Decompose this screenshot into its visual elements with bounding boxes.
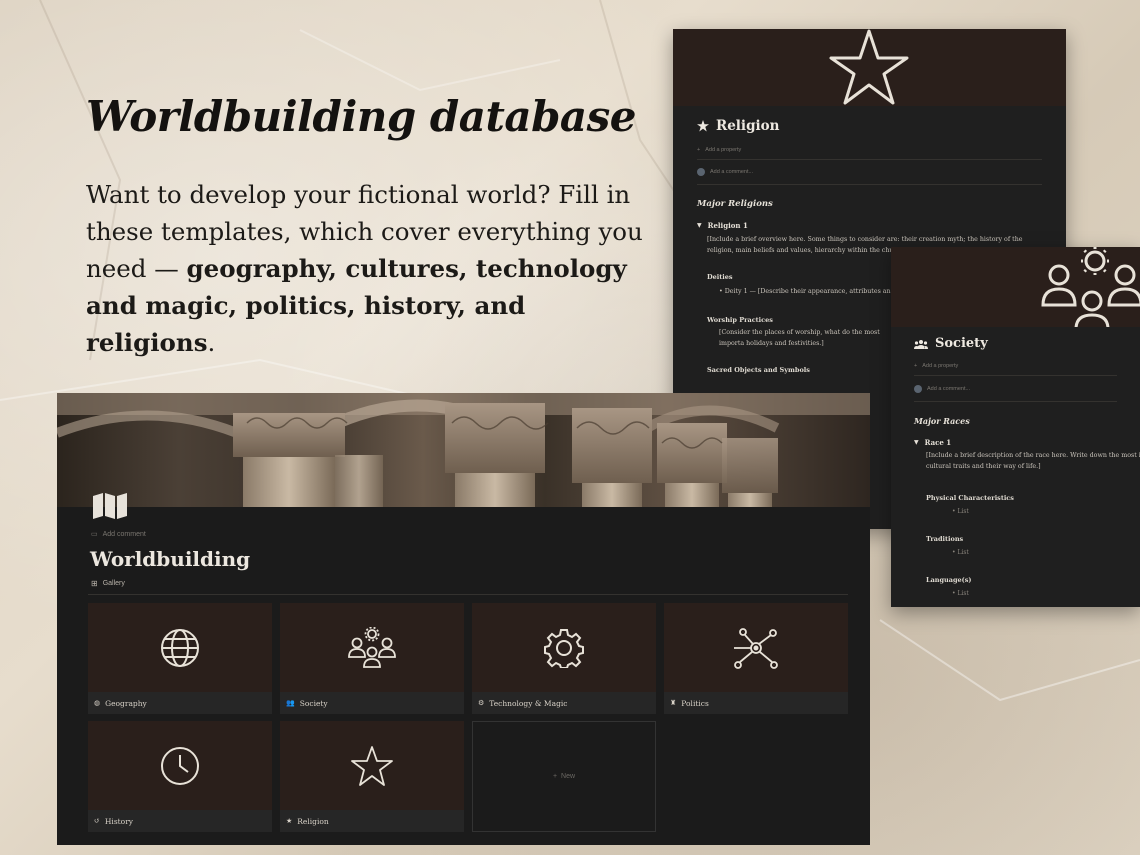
avatar xyxy=(697,168,705,176)
divider xyxy=(697,159,1042,160)
people-icon xyxy=(348,626,396,668)
list-item: • List xyxy=(952,508,969,515)
worship-text: [Consider the places of worship, what do… xyxy=(719,329,880,347)
star-icon xyxy=(697,120,709,132)
divider xyxy=(914,401,1117,402)
page-title: Religion xyxy=(697,118,1042,134)
add-comment-button[interactable]: ▭ Add comment xyxy=(91,530,146,539)
toggle-triangle-icon: ▼ xyxy=(697,222,702,229)
society-cover xyxy=(891,247,1140,327)
globe-icon: ◍ xyxy=(94,699,101,707)
avatar xyxy=(914,385,922,393)
religion-cover xyxy=(673,29,1066,106)
society-page: Society + Add a property Add a comment...… xyxy=(891,247,1140,607)
page-title: Worldbuilding xyxy=(90,547,251,571)
gallery-card-geography[interactable]: ◍ Geography xyxy=(88,603,272,714)
page-title: Society xyxy=(914,336,1117,351)
worldbuilding-page: ▭ Add comment Worldbuilding ⊞ Gallery ◍ G… xyxy=(57,393,870,845)
gallery-card-politics[interactable]: ♜ Politics xyxy=(664,603,848,714)
gear-icon: ⚙ xyxy=(478,699,485,707)
plus-icon: + xyxy=(697,147,701,153)
star-icon: ★ xyxy=(286,817,293,825)
gallery-card-society[interactable]: 👥 Society xyxy=(280,603,464,714)
add-property-button[interactable]: + Add a property xyxy=(914,363,1117,369)
plus-icon: + xyxy=(552,773,558,780)
view-tab-gallery[interactable]: ⊞ Gallery xyxy=(91,579,125,588)
language-heading: Language(s) xyxy=(926,576,972,584)
star-icon xyxy=(829,29,909,105)
add-comment-input[interactable]: Add a comment... xyxy=(697,168,1042,176)
physical-heading: Physical Characteristics xyxy=(926,494,1014,502)
people-icon xyxy=(914,339,928,349)
star-icon xyxy=(351,745,393,786)
plus-icon: + xyxy=(914,363,918,369)
gallery-card-history[interactable]: ↺ History xyxy=(88,721,272,832)
overview-text: [Include a brief description of the race… xyxy=(926,452,1140,470)
divider xyxy=(914,375,1117,376)
list-item: • List xyxy=(952,590,969,597)
chess-piece-icon: ♜ xyxy=(670,699,677,707)
grid-icon: ⊞ xyxy=(91,579,98,588)
toggle-race-1[interactable]: ▼ Race 1 xyxy=(914,438,1117,447)
gallery-card-technology-magic[interactable]: ⚙ Technology & Magic xyxy=(472,603,656,714)
history-icon: ↺ xyxy=(94,817,100,825)
toggle-religion-1[interactable]: ▼ Religion 1 xyxy=(697,221,1042,230)
page-body: ▭ Add comment Worldbuilding ⊞ Gallery ◍ G… xyxy=(57,493,870,845)
section-heading: Major Races xyxy=(914,416,970,426)
headline: Worldbuilding database xyxy=(86,92,637,141)
gallery-card-religion[interactable]: ★ Religion xyxy=(280,721,464,832)
cover-image xyxy=(57,393,870,507)
comment-icon: ▭ xyxy=(91,531,98,538)
columns-image xyxy=(57,393,870,507)
add-property-button[interactable]: + Add a property xyxy=(697,147,1042,153)
list-item: • List xyxy=(952,549,969,556)
tagline: Want to develop your fictional world? Fi… xyxy=(86,176,646,361)
clock-icon xyxy=(161,746,199,785)
people-icon: 👥 xyxy=(286,699,295,707)
network-icon xyxy=(734,627,778,669)
people-icon xyxy=(1041,247,1140,327)
add-comment-input[interactable]: Add a comment... xyxy=(914,385,1117,393)
map-icon xyxy=(93,493,127,519)
traditions-heading: Traditions xyxy=(926,535,964,543)
toggle-triangle-icon: ▼ xyxy=(914,439,919,446)
divider xyxy=(88,594,848,595)
divider xyxy=(697,184,1042,185)
tagline-tail: . xyxy=(207,328,216,357)
gear-icon xyxy=(544,628,584,668)
section-heading: Major Religions xyxy=(697,199,773,209)
globe-icon xyxy=(161,628,199,667)
new-card-button[interactable]: + New xyxy=(472,721,656,832)
